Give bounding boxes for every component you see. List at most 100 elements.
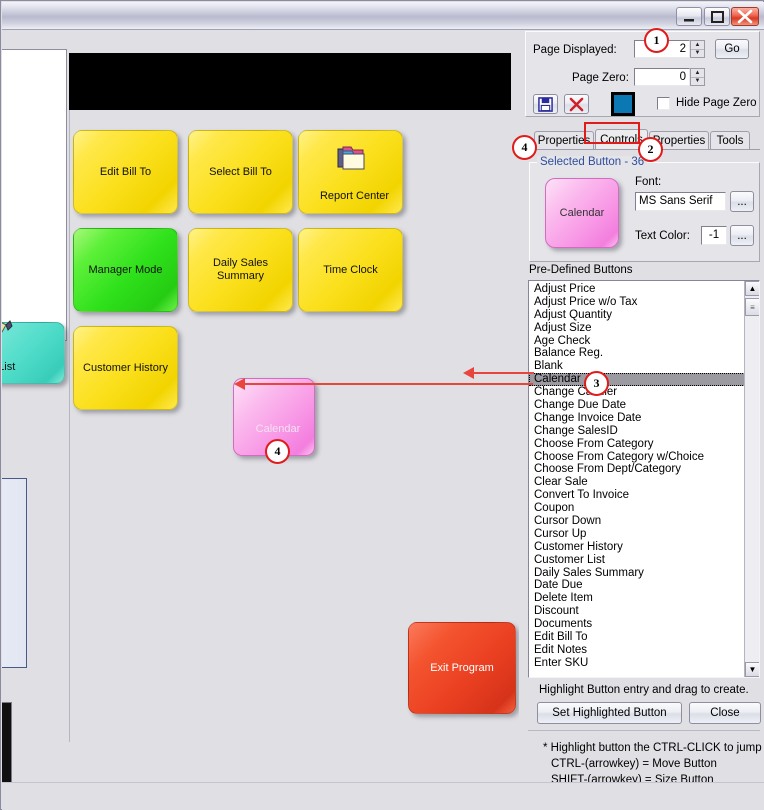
set-highlighted-button[interactable]: Set Highlighted Button bbox=[537, 702, 682, 724]
background-white-window bbox=[2, 49, 67, 341]
cancel-button[interactable] bbox=[564, 94, 589, 114]
spinner-up-icon[interactable]: ▲ bbox=[691, 41, 704, 50]
pos-button-edit-bill-to[interactable]: Edit Bill To bbox=[73, 130, 178, 214]
predefined-list-item[interactable]: Delete Item bbox=[529, 592, 745, 605]
footnote-2: CTRL-(arrowkey) = Move Button bbox=[551, 758, 717, 770]
predefined-list-item[interactable]: Adjust Price bbox=[529, 283, 745, 296]
predefined-list-item[interactable]: Cursor Up bbox=[529, 528, 745, 541]
annotation-marker-1: 1 bbox=[644, 28, 669, 53]
footnote-1: * Highlight button the CTRL-CLICK to jum… bbox=[543, 742, 762, 754]
pos-button-report-center[interactable]: Report Center bbox=[298, 130, 403, 214]
predefined-list-item[interactable]: Choose From Category w/Choice bbox=[529, 451, 745, 464]
maximize-icon bbox=[711, 11, 724, 23]
predefined-list-item[interactable]: Change SalesID bbox=[529, 425, 745, 438]
action-area: Highlight Button entry and drag to creat… bbox=[528, 678, 761, 728]
pos-button-label-line2: Summary bbox=[216, 270, 265, 282]
selected-button-preview-label: Calendar bbox=[559, 206, 605, 219]
hide-page-zero-checkbox[interactable] bbox=[657, 97, 670, 110]
annotation-pointer-arrowhead bbox=[463, 367, 474, 379]
predefined-list-body[interactable]: Adjust Price Adjust Price w/o Tax Adjust Q… bbox=[529, 283, 745, 670]
scrollbar-thumb[interactable]: ≡ bbox=[745, 298, 759, 316]
predefined-list-item[interactable]: Edit Bill To bbox=[529, 631, 745, 644]
predefined-list-item[interactable]: Customer List bbox=[529, 554, 745, 567]
pos-button-manager-mode[interactable]: Manager Mode bbox=[73, 228, 178, 312]
page-displayed-label: Page Displayed: bbox=[533, 44, 617, 56]
predefined-list-item[interactable]: Documents bbox=[529, 618, 745, 631]
color-swatch-frame[interactable] bbox=[611, 92, 635, 116]
text-color-input[interactable]: -1 bbox=[701, 226, 727, 245]
annotation-marker-3: 3 bbox=[584, 371, 609, 396]
predefined-list-item[interactable]: Adjust Size bbox=[529, 322, 745, 335]
predefined-list-item[interactable]: Convert To Invoice bbox=[529, 489, 745, 502]
predefined-list-item[interactable]: Adjust Price w/o Tax bbox=[529, 296, 745, 309]
pos-button-exit-program[interactable]: Exit Program bbox=[408, 622, 516, 714]
scroll-down-arrow-icon[interactable]: ▼ bbox=[745, 662, 759, 677]
background-dark-strip bbox=[2, 702, 12, 782]
pos-button-label-multiline: Daily Sales Summary bbox=[209, 257, 272, 282]
close-panel-button[interactable]: Close bbox=[689, 702, 761, 724]
pos-button-time-clock[interactable]: Time Clock bbox=[298, 228, 403, 312]
pos-button-select-bill-to[interactable]: Select Bill To bbox=[188, 130, 293, 214]
predefined-list-item[interactable]: Enter SKU bbox=[529, 657, 745, 670]
spinner-down-icon[interactable]: ▼ bbox=[691, 78, 704, 86]
predefined-list-item[interactable]: Coupon bbox=[529, 502, 745, 515]
font-browse-button[interactable]: ... bbox=[730, 191, 754, 212]
selected-button-preview[interactable]: Calendar bbox=[545, 178, 619, 248]
status-bar bbox=[2, 782, 764, 810]
predefined-list-item[interactable]: Blank bbox=[529, 360, 745, 373]
page-zero-input[interactable]: 0 bbox=[634, 68, 690, 86]
pos-button-label: Time Clock bbox=[323, 263, 378, 276]
text-color-browse-button[interactable]: ... bbox=[730, 225, 754, 246]
predefined-list-item[interactable]: Change Cashier bbox=[529, 386, 745, 399]
pos-button-label: Exit Program bbox=[430, 661, 494, 674]
hide-page-zero-label: Hide Page Zero bbox=[676, 97, 757, 109]
pos-layout-canvas[interactable]: tomer List Edit Bill To Select Bill To R… bbox=[2, 30, 519, 782]
pos-button-label: Report Center bbox=[319, 190, 390, 203]
page-displayed-spinner[interactable]: ▲ ▼ bbox=[690, 40, 705, 58]
predefined-list-item[interactable]: Cursor Down bbox=[529, 515, 745, 528]
predefined-list-item[interactable]: Edit Notes bbox=[529, 644, 745, 657]
tab-tools[interactable]: Tools bbox=[710, 131, 750, 150]
page-zero-spinner[interactable]: ▲ ▼ bbox=[690, 68, 705, 86]
maximize-button[interactable] bbox=[704, 7, 730, 26]
close-button[interactable] bbox=[731, 7, 759, 26]
list-scrollbar[interactable]: ▲ ≡ ▼ bbox=[744, 281, 759, 677]
pos-button-daily-sales-summary[interactable]: Daily Sales Summary bbox=[188, 228, 293, 312]
predefined-list-item[interactable]: Date Due bbox=[529, 579, 745, 592]
predefined-list-item[interactable]: Age Check bbox=[529, 335, 745, 348]
predefined-list-item[interactable]: Clear Sale bbox=[529, 476, 745, 489]
go-button[interactable]: Go bbox=[715, 39, 749, 59]
predefined-list-item[interactable]: Choose From Dept/Category bbox=[529, 463, 745, 476]
annotation-marker-4-tab: 4 bbox=[512, 135, 537, 160]
predefined-buttons-list[interactable]: Adjust Price Adjust Price w/o Tax Adjust Q… bbox=[528, 280, 760, 678]
color-swatch[interactable] bbox=[614, 95, 632, 113]
pos-button-label: Manager Mode bbox=[88, 263, 163, 276]
pos-button-label: Edit Bill To bbox=[99, 165, 152, 178]
predefined-list-item[interactable]: Calendar bbox=[529, 373, 745, 387]
divider bbox=[528, 730, 760, 731]
predefined-list-item[interactable]: Daily Sales Summary bbox=[529, 567, 745, 580]
save-button[interactable] bbox=[533, 94, 558, 114]
spinner-up-icon[interactable]: ▲ bbox=[691, 69, 704, 78]
predefined-buttons-caption: Pre-Defined Buttons bbox=[529, 264, 633, 276]
predefined-list-item[interactable]: Discount bbox=[529, 605, 745, 618]
background-customer-list-button[interactable]: tomer List bbox=[2, 320, 65, 384]
page-zero-label: Page Zero: bbox=[572, 72, 629, 84]
hint-text: Highlight Button entry and drag to creat… bbox=[539, 684, 749, 696]
predefined-list-item[interactable]: Balance Reg. bbox=[529, 347, 745, 360]
predefined-list-item[interactable]: Choose From Category bbox=[529, 438, 745, 451]
spinner-down-icon[interactable]: ▼ bbox=[691, 50, 704, 58]
predefined-list-item[interactable]: Adjust Quantity bbox=[529, 309, 745, 322]
pos-button-customer-history[interactable]: Customer History bbox=[73, 326, 178, 410]
pos-button-label: Customer History bbox=[83, 361, 168, 374]
predefined-list-item[interactable]: Change Due Date bbox=[529, 399, 745, 412]
annotation-pointer-line bbox=[474, 372, 534, 374]
scroll-up-arrow-icon[interactable]: ▲ bbox=[745, 281, 759, 296]
font-input[interactable]: MS Sans Serif bbox=[635, 192, 726, 211]
annotation-marker-4-canvas: 4 bbox=[265, 439, 290, 464]
predefined-list-item[interactable]: Change Invoice Date bbox=[529, 412, 745, 425]
background-list-window bbox=[2, 478, 27, 668]
floppy-save-icon bbox=[538, 96, 553, 112]
predefined-list-item[interactable]: Customer History bbox=[529, 541, 745, 554]
minimize-button[interactable] bbox=[676, 7, 702, 26]
